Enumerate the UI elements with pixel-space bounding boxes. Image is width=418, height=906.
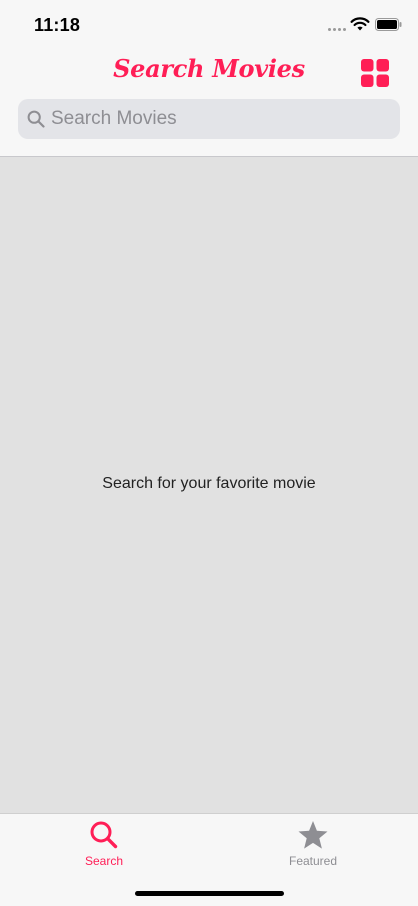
star-icon xyxy=(298,821,328,849)
grid-icon xyxy=(361,59,389,87)
layout-grid-button[interactable] xyxy=(361,59,389,87)
tab-featured[interactable]: Featured xyxy=(253,820,373,876)
empty-state-message: Search for your favorite movie xyxy=(102,475,316,492)
app-screen: 11:18 Search Movies Search Movies Search… xyxy=(0,0,418,906)
tab-featured-label: Featured xyxy=(288,854,338,868)
tab-search-label: Search xyxy=(84,854,124,868)
magnifying-glass-icon xyxy=(90,821,118,849)
page-title: Search Movies xyxy=(113,54,305,83)
battery-icon xyxy=(375,18,402,31)
cellular-signal-icon xyxy=(328,28,346,31)
home-indicator xyxy=(135,891,284,896)
status-bar: 11:18 xyxy=(0,0,418,50)
tab-search[interactable]: Search xyxy=(44,820,164,876)
results-area: Search for your favorite movie xyxy=(0,157,418,813)
status-time: 11:18 xyxy=(34,15,81,35)
search-input[interactable] xyxy=(51,108,381,130)
search-icon xyxy=(27,110,45,128)
wifi-icon xyxy=(350,17,370,31)
search-bar[interactable] xyxy=(18,99,400,139)
